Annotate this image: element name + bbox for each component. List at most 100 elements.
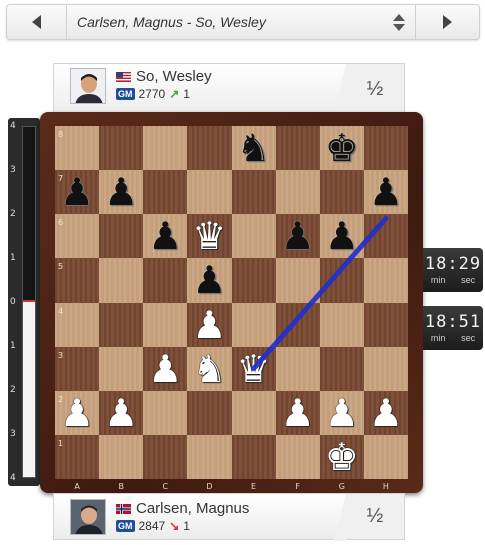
top-clock-minutes: 29 xyxy=(458,254,482,274)
square-h1[interactable]: H xyxy=(363,434,408,491)
square-f3[interactable] xyxy=(275,346,320,391)
white-knight-piece[interactable]: ♞ xyxy=(187,347,231,391)
top-player-rating-change: 1 xyxy=(183,87,190,101)
file-label: H xyxy=(382,482,389,491)
rank-label: 3 xyxy=(58,350,64,360)
black-pawn-piece[interactable]: ♟ xyxy=(320,214,364,258)
square-c7[interactable] xyxy=(143,170,188,215)
previous-game-button[interactable] xyxy=(7,5,67,39)
square-d2[interactable] xyxy=(187,390,232,435)
black-pawn-piece[interactable]: ♟ xyxy=(55,170,99,214)
square-d3[interactable]: ♞ xyxy=(187,346,232,391)
square-a3[interactable]: 3 xyxy=(55,346,100,391)
white-pawn-piece[interactable]: ♟ xyxy=(143,347,187,391)
bottom-player-clock: 18:51 min sec xyxy=(423,306,483,350)
white-pawn-piece[interactable]: ♟ xyxy=(320,391,364,435)
square-g3[interactable] xyxy=(319,346,364,391)
top-player-name[interactable]: So, Wesley xyxy=(136,68,212,85)
square-b2[interactable]: ♟ xyxy=(99,390,144,435)
black-pawn-piece[interactable]: ♟ xyxy=(99,170,143,214)
top-clock-hours: 18 xyxy=(424,254,448,274)
black-king-piece[interactable]: ♚ xyxy=(320,126,364,170)
chess-board[interactable]: 8 ♞ ♚ 7 ♟ ♟ ♟ 6 ♟ ♛ ♟ ♟ 5 ♟ 4 ♟ 3 ♟ ♞ ♛ 2 ♟ ♟ ♟ ♟ ♟ 1 A B C D E F G ♚ H xyxy=(55,126,408,491)
file-label: F xyxy=(295,482,300,491)
white-queen-piece[interactable]: ♛ xyxy=(232,347,276,391)
player-avatar-carlsen xyxy=(70,498,106,535)
square-c5[interactable] xyxy=(143,258,188,303)
game-select-dropdown[interactable]: Carlsen, Magnus - So, Wesley xyxy=(67,5,415,39)
square-d8[interactable] xyxy=(187,126,232,171)
square-f6[interactable]: ♟ xyxy=(275,214,320,259)
square-e2[interactable] xyxy=(231,390,276,435)
square-c4[interactable] xyxy=(143,302,188,347)
white-queen-piece[interactable]: ♛ xyxy=(187,214,231,258)
square-b7[interactable]: ♟ xyxy=(99,170,144,215)
square-c2[interactable] xyxy=(143,390,188,435)
square-h2[interactable]: ♟ xyxy=(363,390,408,435)
square-a8[interactable]: 8 xyxy=(55,126,100,171)
square-a6[interactable]: 6 xyxy=(55,214,100,259)
square-e6[interactable] xyxy=(231,214,276,259)
black-pawn-piece[interactable]: ♟ xyxy=(143,214,187,258)
square-a2[interactable]: 2 ♟ xyxy=(55,390,100,435)
square-b6[interactable] xyxy=(99,214,144,259)
square-g1[interactable]: G ♚ xyxy=(319,434,364,491)
square-h8[interactable] xyxy=(363,126,408,171)
square-e4[interactable] xyxy=(231,302,276,347)
square-c1[interactable]: C xyxy=(143,434,188,491)
square-a5[interactable]: 5 xyxy=(55,258,100,303)
square-h4[interactable] xyxy=(363,302,408,347)
usa-flag-icon xyxy=(116,71,131,82)
next-game-button[interactable] xyxy=(415,5,479,39)
square-g5[interactable] xyxy=(319,258,364,303)
white-pawn-piece[interactable]: ♟ xyxy=(55,391,99,435)
square-d5[interactable]: ♟ xyxy=(187,258,232,303)
square-a7[interactable]: 7 ♟ xyxy=(55,170,100,215)
square-b5[interactable] xyxy=(99,258,144,303)
square-b1[interactable]: B xyxy=(99,434,144,491)
square-g2[interactable]: ♟ xyxy=(319,390,364,435)
square-f7[interactable] xyxy=(275,170,320,215)
square-h6[interactable] xyxy=(363,214,408,259)
black-pawn-piece[interactable]: ♟ xyxy=(187,258,231,302)
square-b8[interactable] xyxy=(99,126,144,171)
square-h3[interactable] xyxy=(363,346,408,391)
square-g7[interactable] xyxy=(319,170,364,215)
square-e1[interactable]: E xyxy=(231,434,276,491)
square-f5[interactable] xyxy=(275,258,320,303)
square-c8[interactable] xyxy=(143,126,188,171)
white-king-piece[interactable]: ♚ xyxy=(320,435,364,479)
black-pawn-piece[interactable]: ♟ xyxy=(364,170,408,214)
bottom-player-name[interactable]: Carlsen, Magnus xyxy=(136,500,249,517)
square-h7[interactable]: ♟ xyxy=(363,170,408,215)
player-avatar-so xyxy=(70,68,106,104)
square-g6[interactable]: ♟ xyxy=(319,214,364,259)
square-f2[interactable]: ♟ xyxy=(275,390,320,435)
square-d1[interactable]: D xyxy=(187,434,232,491)
square-f1[interactable]: F xyxy=(275,434,320,491)
square-h5[interactable] xyxy=(363,258,408,303)
square-b3[interactable] xyxy=(99,346,144,391)
square-b4[interactable] xyxy=(99,302,144,347)
white-pawn-piece[interactable]: ♟ xyxy=(364,391,408,435)
square-f8[interactable] xyxy=(275,126,320,171)
square-a1[interactable]: 1A xyxy=(55,434,100,491)
white-pawn-piece[interactable]: ♟ xyxy=(187,303,231,347)
square-d4[interactable]: ♟ xyxy=(187,302,232,347)
square-f4[interactable] xyxy=(275,302,320,347)
square-c6[interactable]: ♟ xyxy=(143,214,188,259)
white-pawn-piece[interactable]: ♟ xyxy=(276,391,320,435)
black-pawn-piece[interactable]: ♟ xyxy=(276,214,320,258)
square-d6[interactable]: ♛ xyxy=(187,214,232,259)
square-e7[interactable] xyxy=(231,170,276,215)
square-e8[interactable]: ♞ xyxy=(231,126,276,171)
square-a4[interactable]: 4 xyxy=(55,302,100,347)
white-pawn-piece[interactable]: ♟ xyxy=(99,391,143,435)
square-d7[interactable] xyxy=(187,170,232,215)
square-e5[interactable] xyxy=(231,258,276,303)
square-g4[interactable] xyxy=(319,302,364,347)
black-knight-piece[interactable]: ♞ xyxy=(232,126,276,170)
square-c3[interactable]: ♟ xyxy=(143,346,188,391)
square-e3[interactable]: ♛ xyxy=(231,346,276,391)
square-g8[interactable]: ♚ xyxy=(319,126,364,171)
